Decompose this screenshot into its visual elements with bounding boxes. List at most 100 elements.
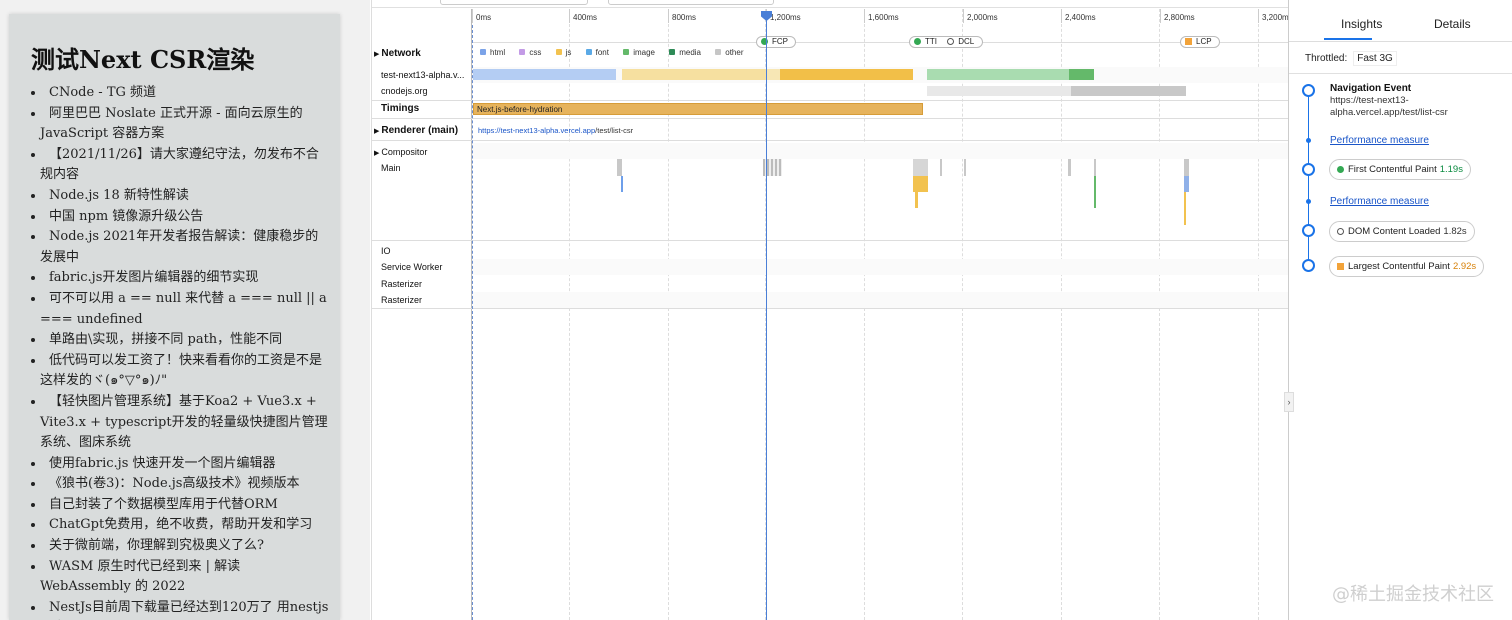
network-request-js[interactable] <box>766 69 780 80</box>
fcp-label: First Contentful Paint <box>1348 164 1437 175</box>
rendered-page-viewport: 测试Next CSR渲染 CNode - TG 频道 阿里巴巴 Noslate … <box>0 0 370 620</box>
active-tab-indicator <box>1324 38 1372 40</box>
topic-list: CNode - TG 频道 阿里巴巴 Noslate 正式开源 - 面向云原生的… <box>9 83 340 620</box>
ruler-tick: 2,400ms <box>1061 9 1096 23</box>
list-item[interactable]: 【2021/11/26】请大家遵纪守法，勿发布不合规内容 <box>31 145 331 186</box>
track-network[interactable]: ▶ Network <box>374 48 421 59</box>
insights-timeline-line <box>1308 90 1309 267</box>
list-item[interactable]: 《狼书(卷3)：Node.js高级技术》视频版本 <box>31 474 331 495</box>
tab-insights[interactable]: Insights <box>1341 17 1382 31</box>
main-task[interactable] <box>621 176 623 192</box>
dcl-time: 1.82s <box>1443 226 1467 237</box>
expand-triangle-icon: ▶ <box>374 51 380 58</box>
main-task[interactable] <box>1094 176 1096 208</box>
watermark: @稀土掘金技术社区 <box>1332 584 1494 605</box>
main-task[interactable] <box>1184 159 1189 176</box>
network-request-other[interactable] <box>927 86 1071 96</box>
network-request-js[interactable] <box>622 69 766 80</box>
list-item[interactable]: 使用fabric.js 快速开发一个图片编辑器 <box>31 454 331 475</box>
track-renderer-main[interactable]: ▶ Renderer (main) <box>374 125 459 136</box>
list-item[interactable]: CNode - TG 频道 <box>31 83 331 104</box>
list-item[interactable]: 阿里巴巴 Noslate 正式开源 - 面向云原生的 JavaScript 容器… <box>31 104 331 145</box>
lcp-marker[interactable]: LCP <box>1180 36 1220 48</box>
lcp-label: Largest Contentful Paint <box>1348 261 1450 272</box>
lcp-insight[interactable]: Largest Contentful Paint 2.92s <box>1329 256 1485 277</box>
main-task[interactable] <box>1068 159 1071 176</box>
fcp-insight[interactable]: First Contentful Paint 1.19s <box>1329 159 1471 180</box>
main-task[interactable] <box>1094 159 1096 176</box>
legend-font: font <box>585 48 609 57</box>
marker-label: FCP <box>772 37 788 46</box>
track-separator <box>372 100 1288 101</box>
main-task[interactable] <box>915 192 918 208</box>
list-item[interactable]: 单路由\实现，拼接不同 path，性能不同 <box>31 330 331 351</box>
ruler-tick: 2,000ms <box>963 9 998 23</box>
ruler-tick: 400ms <box>569 9 597 23</box>
performance-measure-link[interactable]: Performance measure <box>1330 135 1429 146</box>
track-service-worker[interactable]: Service Worker <box>381 262 442 272</box>
track-host-next13[interactable]: test-next13-alpha.v... <box>381 70 464 80</box>
list-item[interactable]: 自己封装了个数据模型库用于代替ORM <box>31 495 331 516</box>
fcp-time: 1.19s <box>1439 164 1463 175</box>
chevron-right-icon[interactable]: › <box>1284 392 1294 412</box>
timeline-dot-icon <box>1306 138 1311 143</box>
main-task[interactable] <box>1184 192 1186 225</box>
row-background <box>472 292 1288 308</box>
main-task[interactable] <box>964 159 966 176</box>
list-item[interactable]: NestJs目前周下载量已经达到120万了 用nestjs开发 <box>31 598 331 620</box>
time-ruler[interactable]: 0ms 400ms 800ms 1,200ms 1,600ms 2,000ms … <box>472 9 1288 48</box>
track-host-cnodejs[interactable]: cnodejs.org <box>381 86 428 96</box>
fcp-marker[interactable]: FCP <box>756 36 796 48</box>
main-task[interactable] <box>1184 176 1189 192</box>
track-separator <box>372 308 1288 309</box>
main-task[interactable] <box>913 159 928 176</box>
dcl-label: DOM Content Loaded <box>1348 226 1441 237</box>
timeline-node-icon <box>1302 163 1315 176</box>
track-compositor[interactable]: ▶ Compositor <box>374 147 427 157</box>
list-item[interactable]: 【轻快图片管理系统】基于Koa2 + Vue3.x + Vite3.x + ty… <box>31 392 331 454</box>
list-item[interactable]: fabric.js开发图片编辑器的细节实现 <box>31 268 331 289</box>
renderer-url-path: /test/list-csr <box>595 126 634 135</box>
network-request-image[interactable] <box>1069 69 1094 80</box>
network-request-html[interactable] <box>473 69 616 80</box>
main-task[interactable] <box>913 176 928 192</box>
ruler-tick: 3,200ms <box>1258 9 1288 23</box>
performance-timeline-panel[interactable]: 0ms 400ms 800ms 1,200ms 1,600ms 2,000ms … <box>371 0 1288 620</box>
track-rasterizer[interactable]: Rasterizer <box>381 279 422 289</box>
timeline-dot-icon <box>1306 199 1311 204</box>
list-item[interactable]: 低代码可以发工资了！快来看看你的工资是不是这样发的ヾ(๑°▽°๑)ﾉ" <box>31 351 331 392</box>
performance-measure-link[interactable]: Performance measure <box>1330 196 1429 207</box>
track-io[interactable]: IO <box>381 246 391 256</box>
divider <box>1289 73 1512 74</box>
network-request-image[interactable] <box>927 69 1069 80</box>
timeline-node-icon <box>1302 224 1315 237</box>
legend-other: other <box>715 48 743 57</box>
renderer-url[interactable]: https://test-next13-alpha.vercel.app/tes… <box>478 126 633 135</box>
playhead-line[interactable] <box>766 12 767 620</box>
list-item[interactable]: 中国 npm 镜像源升级公告 <box>31 207 331 228</box>
list-item[interactable]: 可不可以用 a == null 来代替 a === null || a === … <box>31 289 331 330</box>
list-item[interactable]: Node.js 18 新特性解读 <box>31 186 331 207</box>
main-task[interactable] <box>617 159 622 176</box>
track-rasterizer[interactable]: Rasterizer <box>381 295 422 305</box>
track-timings[interactable]: Timings <box>381 103 419 114</box>
track-separator <box>372 240 1288 241</box>
list-item[interactable]: 关于微前端，你理解到究极奥义了么? <box>31 536 331 557</box>
dcl-insight[interactable]: DOM Content Loaded 1.82s <box>1329 221 1475 242</box>
toolbar-select[interactable] <box>440 0 588 5</box>
tab-details[interactable]: Details <box>1434 17 1471 31</box>
network-request-other[interactable] <box>1071 86 1186 96</box>
main-task[interactable] <box>940 159 942 176</box>
network-request-js[interactable] <box>780 69 913 80</box>
tti-dcl-marker[interactable]: TTI DCL <box>909 36 984 48</box>
lcp-square-icon <box>1185 38 1192 45</box>
row-background <box>472 143 1288 159</box>
ruler-tick: 1,600ms <box>864 9 899 23</box>
list-item[interactable]: ChatGpt免费用，绝不收费，帮助开发和学习 <box>31 515 331 536</box>
list-item[interactable]: Node.js 2021年开发者报告解读：健康稳步的发展中 <box>31 227 331 268</box>
track-label: Renderer (main) <box>381 125 459 136</box>
timing-next-before-hydration[interactable]: Next.js-before-hydration <box>473 103 923 115</box>
track-main[interactable]: Main <box>381 163 401 173</box>
list-item[interactable]: WASM 原生时代已经到来 | 解读 WebAssembly 的 2022 <box>31 557 331 598</box>
toolbar-select[interactable] <box>608 0 774 5</box>
